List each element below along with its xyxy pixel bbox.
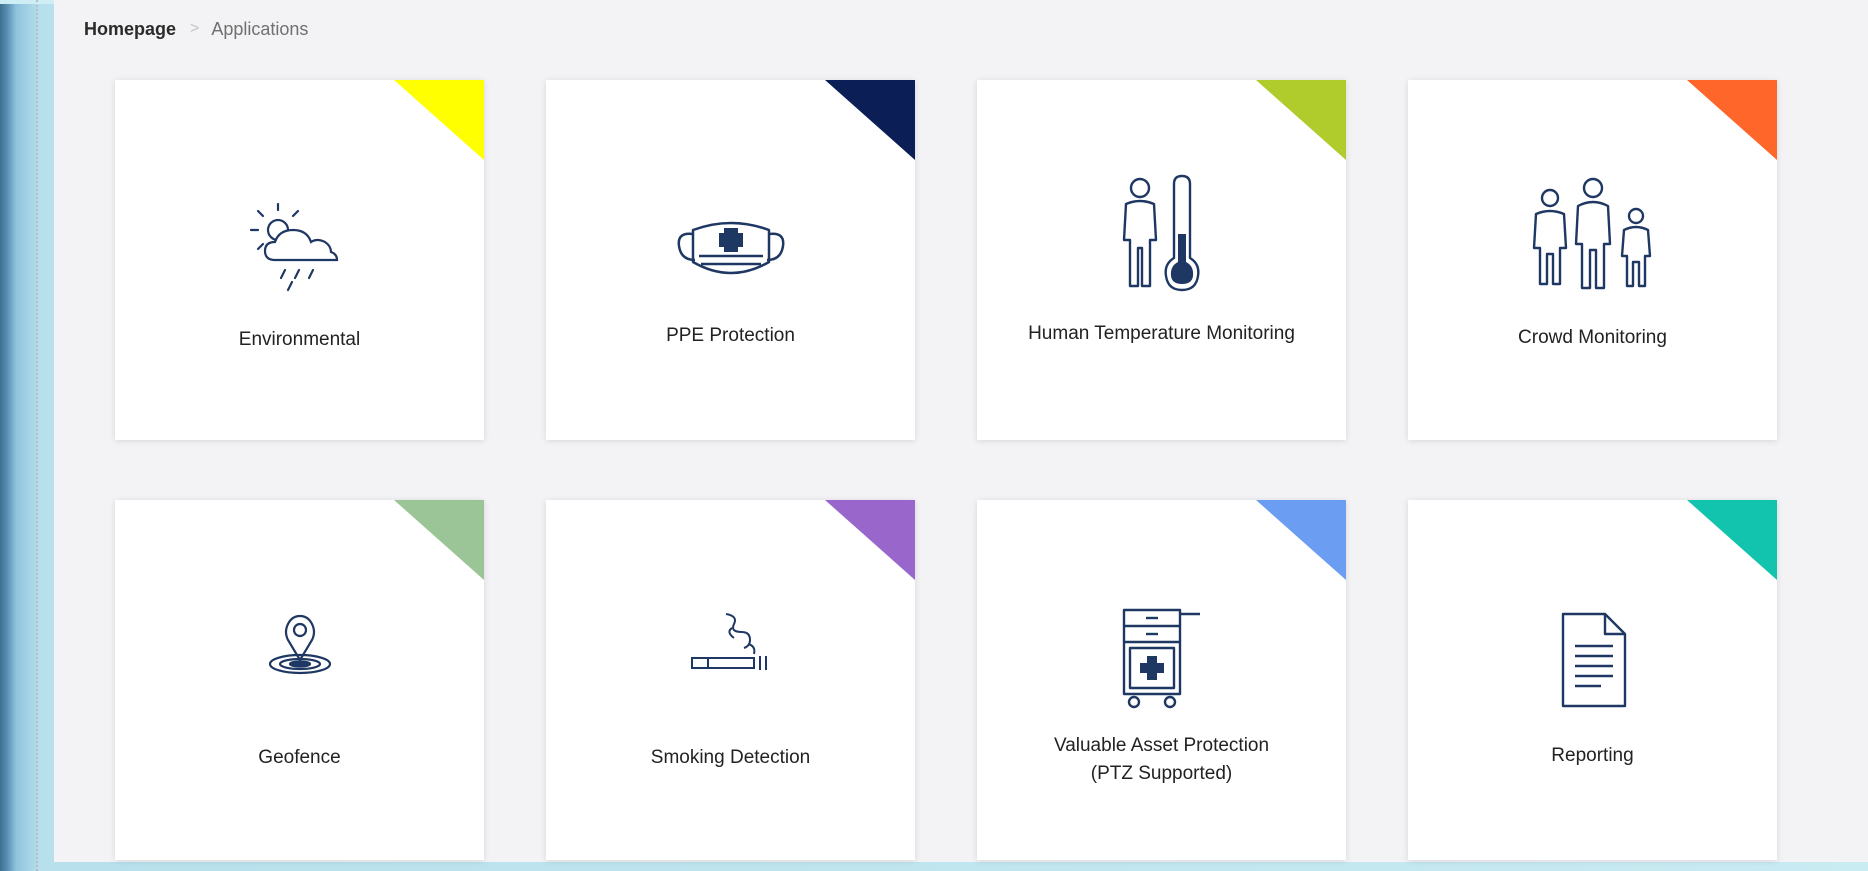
card-label: Valuable Asset Protection (PTZ Supported) bbox=[1053, 735, 1270, 784]
breadcrumb: Homepage > Applications bbox=[84, 17, 308, 41]
app-card-valuable-asset-protection[interactable]: Valuable Asset Protection (PTZ Supported) bbox=[977, 500, 1346, 860]
corner-accent bbox=[1687, 80, 1777, 160]
corner-accent bbox=[825, 500, 915, 580]
medical-cart-icon bbox=[1112, 606, 1212, 715]
card-label: Crowd Monitoring bbox=[1518, 327, 1667, 348]
corner-accent bbox=[1687, 500, 1777, 580]
weather-sun-cloud-rain-icon bbox=[245, 198, 355, 303]
corner-accent bbox=[825, 80, 915, 160]
medical-mask-icon bbox=[671, 212, 791, 297]
card-label: Geofence bbox=[258, 747, 341, 768]
breadcrumb-separator: > bbox=[190, 20, 200, 37]
card-label: Environmental bbox=[238, 329, 361, 350]
person-thermometer-icon bbox=[1112, 174, 1212, 299]
card-label: PPE Protection bbox=[666, 325, 795, 346]
app-card-smoking-detection[interactable]: Smoking Detection bbox=[546, 500, 915, 860]
corner-accent bbox=[1256, 80, 1346, 160]
app-card-environmental[interactable]: Environmental bbox=[115, 80, 484, 440]
sidebar-rail bbox=[36, 0, 38, 871]
corner-accent bbox=[394, 80, 484, 160]
location-pin-icon bbox=[260, 612, 340, 687]
cigarette-smoke-icon bbox=[686, 610, 776, 685]
app-card-ppe-protection[interactable]: PPE Protection bbox=[546, 80, 915, 440]
card-label: Human Temperature Monitoring bbox=[1028, 323, 1295, 344]
crowd-people-icon bbox=[1528, 176, 1658, 295]
corner-accent bbox=[394, 500, 484, 580]
app-card-crowd-monitoring[interactable]: Crowd Monitoring bbox=[1408, 80, 1777, 440]
app-card-reporting[interactable]: Reporting bbox=[1408, 500, 1777, 860]
breadcrumb-current: Applications bbox=[211, 18, 309, 39]
corner-accent bbox=[1256, 500, 1346, 580]
card-label: Smoking Detection bbox=[650, 747, 811, 768]
app-card-human-temperature-monitoring[interactable]: Human Temperature Monitoring bbox=[977, 80, 1346, 440]
breadcrumb-home[interactable]: Homepage bbox=[84, 19, 176, 40]
app-card-geofence[interactable]: Geofence bbox=[115, 500, 484, 860]
card-label: Reporting bbox=[1551, 745, 1634, 766]
document-report-icon bbox=[1553, 610, 1633, 715]
